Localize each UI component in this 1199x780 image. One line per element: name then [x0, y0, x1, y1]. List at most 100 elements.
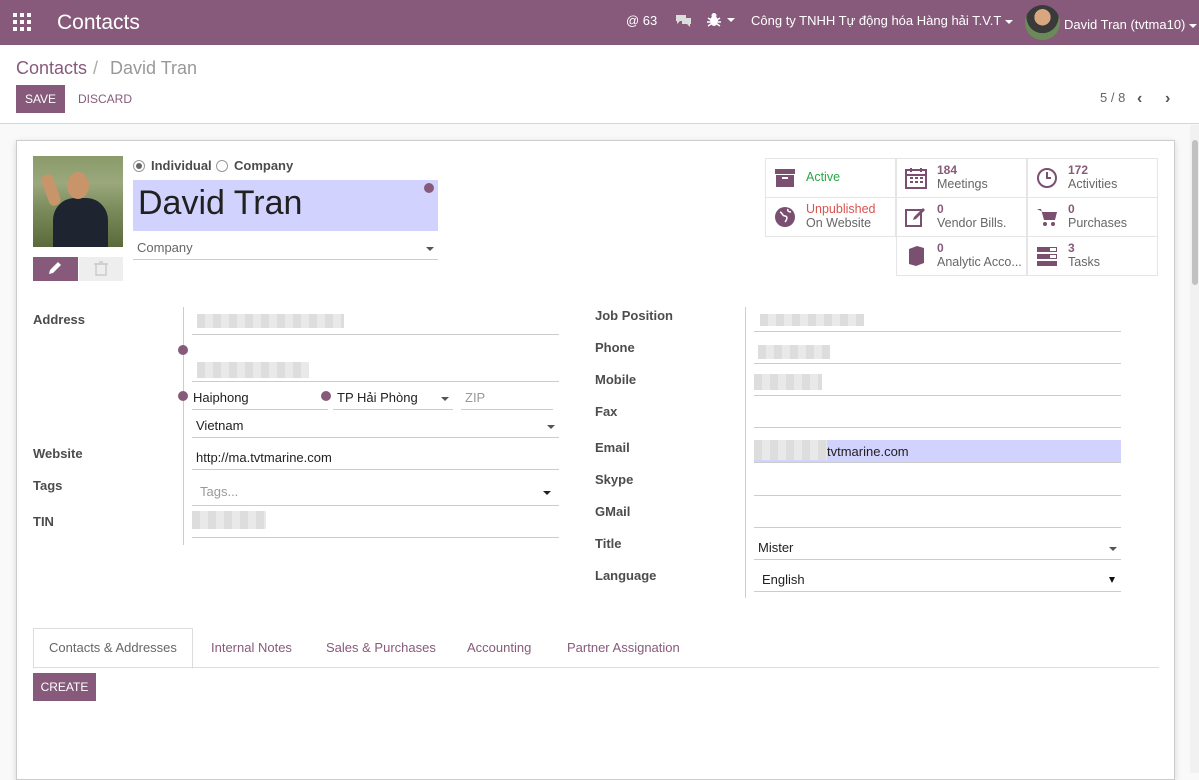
phone-redacted: [758, 345, 830, 359]
language-dropdown-icon[interactable]: [1109, 577, 1115, 583]
tasks-icon: [1036, 245, 1058, 267]
pager-next-icon[interactable]: ›: [1165, 90, 1170, 108]
tin-redacted: [192, 511, 266, 529]
title-dropdown-icon[interactable]: [1109, 547, 1117, 551]
tags-input[interactable]: [192, 478, 559, 506]
purchases-label: Purchases: [1068, 216, 1128, 230]
company-label: Company: [234, 158, 294, 173]
title-value: Mister: [758, 540, 794, 555]
tab-accounting[interactable]: Accounting: [467, 640, 531, 655]
tasks-count: 3: [1068, 241, 1075, 255]
country-value: Vietnam: [196, 418, 244, 433]
title-select[interactable]: [754, 536, 1121, 560]
language-label: Language: [595, 568, 657, 583]
vendor-bills-button[interactable]: 0 Vendor Bills.: [896, 197, 1027, 237]
fax-input[interactable]: [754, 404, 1121, 428]
activities-button[interactable]: 172 Activities: [1027, 158, 1158, 198]
tags-placeholder: Tags...: [200, 484, 239, 499]
individual-label: Individual: [151, 158, 212, 173]
street-translate-globe-icon[interactable]: [178, 345, 188, 355]
country-select[interactable]: [192, 414, 559, 438]
edit-photo-button[interactable]: [33, 257, 78, 281]
save-button[interactable]: SAVE: [16, 85, 65, 113]
street-redacted: [197, 314, 344, 328]
calendar-icon: [905, 167, 927, 189]
pager-value: 5 / 8: [1100, 90, 1126, 105]
clock-icon: [1036, 167, 1058, 189]
name-value: David Tran: [138, 184, 303, 222]
analytic-accounts-count: 0: [937, 241, 944, 255]
analytic-accounts-button[interactable]: 0 Analytic Acco...: [896, 236, 1027, 276]
skype-input[interactable]: [754, 472, 1121, 496]
create-button[interactable]: CREATE: [33, 673, 96, 701]
state-translate-globe-icon[interactable]: [321, 391, 331, 401]
pager-previous-icon[interactable]: ‹: [1137, 90, 1142, 108]
tab-internal-notes[interactable]: Internal Notes: [211, 640, 292, 655]
breadcrumb-contacts[interactable]: Contacts: [16, 58, 87, 79]
skype-label: Skype: [595, 472, 634, 487]
company-dropdown-icon[interactable]: [426, 247, 434, 251]
tasks-button[interactable]: 3 Tasks: [1027, 236, 1158, 276]
language-select[interactable]: [754, 568, 1121, 592]
pencil-square-icon: [905, 206, 927, 228]
delete-photo-button[interactable]: [79, 257, 123, 281]
meetings-button[interactable]: 184 Meetings: [896, 158, 1027, 198]
job-position-redacted: [760, 314, 864, 326]
book-icon: [905, 245, 927, 267]
website-value: http://ma.tvtmarine.com: [196, 450, 332, 465]
mobile-redacted: [754, 374, 822, 390]
translate-globe-icon[interactable]: [424, 183, 434, 193]
phone-label: Phone: [595, 340, 635, 355]
top-navbar: Contacts @ 63 Công ty TNHH Tự động hóa H…: [0, 0, 1199, 45]
country-dropdown-icon[interactable]: [547, 425, 555, 429]
tab-partner-assignation[interactable]: Partner Assignation: [567, 640, 680, 655]
left-column-divider: [183, 307, 184, 545]
purchases-button[interactable]: 0 Purchases: [1027, 197, 1158, 237]
address-label: Address: [33, 312, 86, 327]
discard-button[interactable]: DISCARD: [78, 92, 132, 106]
vendor-bills-count: 0: [937, 202, 944, 216]
gmail-label: GMail: [595, 504, 631, 519]
active-toggle-button[interactable]: Active: [765, 158, 896, 198]
user-name: David Tran (tvtma10): [1064, 17, 1186, 32]
apps-menu-icon[interactable]: [13, 13, 31, 31]
meetings-label: Meetings: [937, 177, 988, 191]
user-avatar[interactable]: [1025, 5, 1060, 40]
tab-contacts-addresses[interactable]: Contacts & Addresses: [49, 640, 177, 655]
company-name: Công ty TNHH Tự động hóa Hàng hải T.V.T: [751, 13, 1002, 28]
tab-sales-purchases[interactable]: Sales & Purchases: [326, 640, 436, 655]
city-value: Haiphong: [193, 390, 249, 405]
individual-radio[interactable]: [133, 160, 145, 172]
tabs-underline: [33, 667, 1159, 668]
right-column-divider: [745, 307, 746, 598]
title-label: Title: [595, 536, 622, 551]
breadcrumb-separator: /: [93, 58, 99, 78]
control-panel: Contacts / David Tran SAVE DISCARD 5 / 8…: [0, 45, 1199, 124]
company-switcher[interactable]: Công ty TNHH Tự động hóa Hàng hải T.V.T: [751, 13, 1014, 28]
archive-icon: [774, 167, 796, 189]
debug-bug-icon[interactable]: [706, 12, 735, 31]
language-value: English: [762, 572, 805, 587]
active-label: Active: [806, 170, 841, 184]
tasks-label: Tasks: [1068, 255, 1100, 269]
street2-redacted: [197, 362, 309, 378]
tin-label: TIN: [33, 514, 54, 529]
purchases-count: 0: [1068, 202, 1075, 216]
website-publish-button[interactable]: Unpublished On Website: [765, 197, 896, 237]
app-title[interactable]: Contacts: [57, 11, 140, 35]
mobile-label: Mobile: [595, 372, 637, 387]
company-radio[interactable]: [216, 160, 228, 172]
mentions-counter[interactable]: @ 63: [626, 13, 657, 28]
state-dropdown-icon[interactable]: [441, 397, 449, 401]
job-position-label: Job Position: [595, 308, 673, 323]
chat-icon[interactable]: [675, 13, 692, 31]
vendor-bills-label: Vendor Bills.: [937, 216, 1007, 230]
user-menu[interactable]: David Tran (tvtma10): [1064, 17, 1198, 32]
tags-dropdown-icon[interactable]: [543, 491, 551, 495]
city-translate-globe-icon[interactable]: [178, 391, 188, 401]
on-website-label: On Website: [806, 216, 872, 230]
state-value: TP Hải Phòng: [337, 390, 418, 405]
contact-photo[interactable]: [33, 156, 123, 247]
scrollbar-thumb[interactable]: [1192, 140, 1198, 285]
gmail-input[interactable]: [754, 504, 1121, 528]
